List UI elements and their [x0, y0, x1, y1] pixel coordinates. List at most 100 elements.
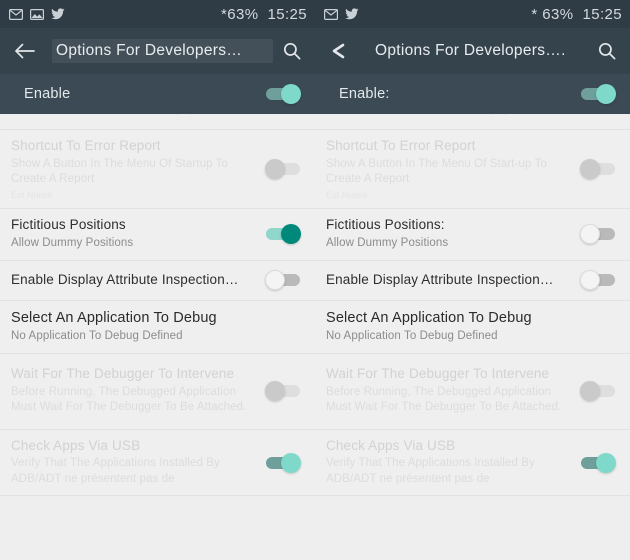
row-title: Shortcut To Error Report: [11, 138, 161, 153]
search-icon[interactable]: [279, 38, 305, 64]
settings-list: Shortcut To Error Report Show A Button I…: [315, 130, 630, 497]
row-title: Fictitious Positions:: [326, 217, 445, 233]
panel-left: *63% 15:25 Options For Developers… Enabl…: [0, 0, 315, 560]
page-title: Options For Developers….: [375, 42, 566, 59]
row-toggle[interactable]: [265, 223, 301, 245]
row-texts: Shortcut To Error Report Show A Button I…: [11, 138, 261, 200]
row-toggle[interactable]: [265, 158, 301, 180]
row-title: Shortcut To Error Report: [326, 138, 476, 153]
row-subtitle: No Application To Debug Defined: [326, 330, 498, 343]
row-title: Wait For The Debugger To Intervene: [326, 366, 550, 382]
master-enable-toggle[interactable]: [265, 83, 301, 105]
row-toggle[interactable]: [580, 452, 616, 474]
row-enable-display-attribute-inspection[interactable]: Enable Display Attribute Inspection…: [315, 260, 630, 301]
row-toggle[interactable]: [265, 452, 301, 474]
image-icon: [30, 8, 44, 20]
toggle-thumb: [281, 84, 301, 104]
toggle-thumb: [596, 452, 616, 473]
row-shortcut-to-error-report[interactable]: Shortcut To Error Report Show A Button I…: [0, 130, 315, 209]
row-subtitle: Verify That The Applications Installed B…: [11, 457, 220, 485]
row-subtitle: Show A Button In The Menu Of Startup To …: [11, 157, 228, 186]
chevron-left-icon[interactable]: [327, 38, 353, 64]
row-title: Check Apps Via USB: [326, 437, 456, 453]
row-select-an-application-to-debug[interactable]: Select An Application To Debug No Applic…: [0, 300, 315, 354]
toggle-thumb: [265, 158, 285, 179]
row-toggle[interactable]: [580, 269, 616, 291]
clipped-row-text: Annuler autorisations pour débogage USB: [326, 114, 541, 115]
row-toggle[interactable]: [580, 158, 616, 180]
row-shortcut-to-error-report[interactable]: Shortcut To Error Report Show A Button I…: [315, 130, 630, 209]
row-subtitle: Allow Dummy Positions: [11, 237, 134, 250]
row-select-an-application-to-debug[interactable]: Select An Application To Debug No Applic…: [315, 300, 630, 354]
master-enable-label: Enable: [24, 86, 71, 102]
row-texts: Fictitious Positions: Allow Dummy Positi…: [326, 217, 576, 251]
settings-list: Shortcut To Error Report Show A Button I…: [0, 130, 315, 497]
status-notification-icons: [9, 8, 65, 20]
status-bar: * 63% 15:25: [315, 0, 630, 28]
panel-right: * 63% 15:25 Options For Developers…. Ena…: [315, 0, 630, 560]
row-subtitle: Allow Dummy Positions: [326, 237, 449, 250]
row-wait-for-the-debugger-to-intervene[interactable]: Wait For The Debugger To Intervene Befor…: [315, 353, 630, 430]
toggle-thumb: [281, 452, 301, 473]
row-check-apps-via-usb[interactable]: Check Apps Via USB Verify That The Appli…: [0, 429, 315, 497]
row-subtitle: Before Running, The Debugged Application…: [11, 385, 247, 414]
battery-level: * 63%: [531, 5, 574, 23]
row-toggle[interactable]: [265, 269, 301, 291]
master-enable-bar[interactable]: Enable:: [315, 74, 630, 114]
row-texts: Wait For The Debugger To Intervene Befor…: [11, 366, 261, 416]
clipped-revoke-usb-row[interactable]: Annuler autorisations pour débogage USB: [315, 114, 630, 130]
row-texts: Enable Display Attribute Inspection…: [11, 272, 261, 289]
row-fictitious-positions[interactable]: Fictitious Positions Allow Dummy Positio…: [0, 208, 315, 261]
row-texts: Select An Application To Debug No Applic…: [11, 309, 301, 345]
row-wait-for-the-debugger-to-intervene[interactable]: Wait For The Debugger To Intervene Befor…: [0, 353, 315, 430]
status-bar: *63% 15:25: [0, 0, 315, 28]
toggle-thumb: [596, 84, 616, 104]
arrow-left-icon[interactable]: [12, 38, 38, 64]
toggle-thumb: [580, 224, 600, 245]
toggle-thumb: [580, 270, 600, 291]
row-title: Fictitious Positions: [11, 217, 126, 233]
status-right-cluster: * 63% 15:25: [531, 6, 622, 23]
row-subtitle: Show A Button In The Menu Of Start-up To…: [326, 157, 547, 186]
status-right-cluster: *63% 15:25: [221, 6, 307, 23]
row-title: Select An Application To Debug: [326, 309, 532, 326]
row-subtitle: Verify That The Applications Installed B…: [326, 457, 535, 485]
row-texts: Select An Application To Debug No Applic…: [326, 309, 616, 345]
row-title: Wait For The Debugger To Intervene: [11, 366, 235, 382]
toggle-thumb: [580, 381, 600, 402]
row-title: Enable Display Attribute Inspection…: [11, 271, 239, 287]
row-toggle[interactable]: [580, 223, 616, 245]
row-check-apps-via-usb[interactable]: Check Apps Via USB Verify That The Appli…: [315, 429, 630, 497]
row-title: Check Apps Via USB: [11, 437, 141, 453]
twitter-icon: [51, 8, 65, 20]
row-texts: Check Apps Via USB Verify That The Appli…: [326, 438, 576, 488]
app-toolbar: Options For Developers…: [0, 28, 315, 74]
row-title: Enable Display Attribute Inspection…: [326, 271, 554, 287]
row-toggle[interactable]: [265, 380, 301, 402]
row-subtitle: No Application To Debug Defined: [11, 330, 183, 343]
row-title: Select An Application To Debug: [11, 309, 217, 326]
clock: 15:25: [267, 5, 307, 23]
row-texts: Enable Display Attribute Inspection…: [326, 272, 576, 289]
toggle-thumb: [580, 158, 600, 179]
search-icon[interactable]: [594, 38, 620, 64]
row-subtitle: Before Running, The Debugged Application…: [326, 385, 562, 414]
row-enable-display-attribute-inspection[interactable]: Enable Display Attribute Inspection…: [0, 260, 315, 301]
master-enable-toggle[interactable]: [580, 83, 616, 105]
developer-options-comparison-screen: *63% 15:25 Options For Developers… Enabl…: [0, 0, 630, 560]
row-texts: Shortcut To Error Report Show A Button I…: [326, 138, 576, 200]
page-title: Options For Developers…: [52, 39, 273, 63]
row-texts: Wait For The Debugger To Intervene Befor…: [326, 366, 576, 416]
toggle-thumb: [265, 381, 285, 402]
clipped-revoke-usb-row[interactable]: Annuler autorisations pour débogage USB: [0, 114, 315, 130]
row-fictitious-positions[interactable]: Fictitious Positions: Allow Dummy Positi…: [315, 208, 630, 261]
master-enable-label: Enable:: [339, 86, 390, 102]
gmail-icon: [324, 8, 338, 20]
gmail-icon: [9, 8, 23, 20]
master-enable-bar[interactable]: Enable: [0, 74, 315, 114]
panel-pair: *63% 15:25 Options For Developers… Enabl…: [0, 0, 630, 560]
toggle-thumb: [281, 224, 301, 245]
row-texts: Check Apps Via USB Verify That The Appli…: [11, 438, 261, 488]
row-texts: Fictitious Positions Allow Dummy Positio…: [11, 217, 261, 251]
row-toggle[interactable]: [580, 380, 616, 402]
